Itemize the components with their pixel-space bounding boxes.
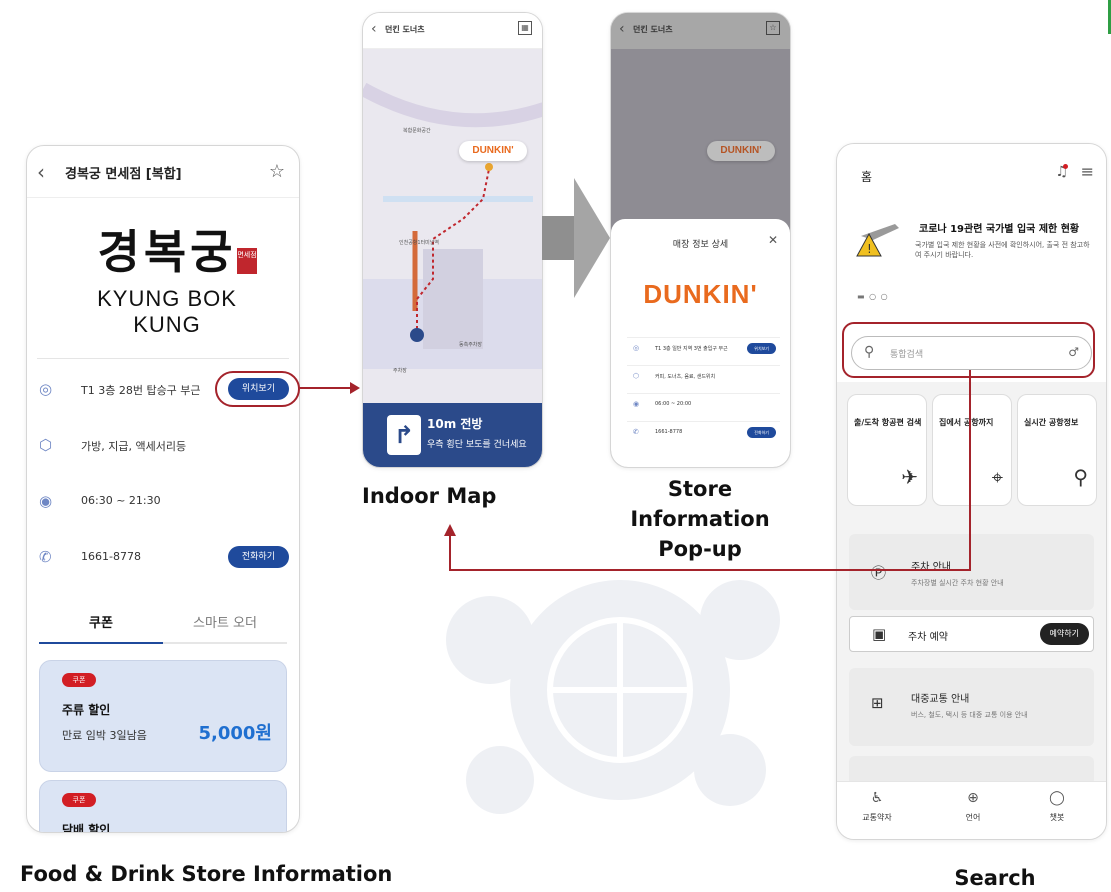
bottom-tab-bar: ♿ 교통약자 ⊕ 언어 ◯ 챗봇	[837, 781, 1106, 839]
clock-icon: ◉	[39, 492, 53, 510]
notice-title: 코로나 19관련 국가별 입국 제한 현황	[919, 224, 1080, 235]
globe-icon: ⊕	[967, 790, 979, 806]
bus-icon: ⊞	[871, 694, 884, 712]
home-header: 홈 ♫ ≡	[837, 144, 1106, 204]
coupon-card[interactable]: 쿠폰 담배 할인	[39, 780, 287, 833]
notice-body: 국가별 입국 제한 현황을 사전에 확인하시어, 출국 전 참고하여 주시기 바…	[915, 241, 1090, 259]
plane-warning-icon: !	[856, 224, 899, 257]
caption-store-popup: Store Information Pop-up	[630, 477, 770, 561]
map-label: 동측주차장	[459, 342, 483, 348]
tab-smart-order[interactable]: 스마트 오더	[163, 612, 287, 631]
card-title: 실시간 공항정보	[1024, 418, 1079, 427]
hours-row: ◉ 06:30 ~ 21:30	[27, 482, 299, 522]
map-drawing	[363, 82, 542, 369]
hours-text: 06:30 ~ 21:30	[81, 494, 161, 507]
back-icon[interactable]: ‹	[37, 160, 45, 184]
route-icon: ⌖	[991, 465, 1003, 489]
reserve-button[interactable]: 예약하기	[1039, 623, 1089, 645]
location-text: T1 3층 28번 탑승구 부근	[81, 384, 201, 397]
tab-coupon[interactable]: 쿠폰	[39, 612, 163, 631]
popup-title: 매장 정보 상세	[672, 240, 729, 250]
dimmed-map: DUNKIN'	[611, 49, 790, 229]
dunkin-callout: DUNKIN'	[707, 141, 775, 161]
back-icon[interactable]: ‹	[371, 21, 377, 37]
indoor-map[interactable]: DUNKIN' 복합문화공간 인천공항1터미널역 주차장 동측주차장	[363, 49, 542, 405]
magnifier-icon: ⚲	[1073, 465, 1088, 489]
carousel-indicator: ▬ ○ ○	[857, 292, 889, 301]
favorite-star-icon[interactable]: ☆	[269, 161, 285, 182]
transit-title: 대중교통 안내	[911, 694, 970, 705]
hamburger-menu-icon[interactable]: ≡	[1081, 162, 1094, 181]
box-icon: ⬡	[39, 436, 53, 454]
tab-label: 언어	[965, 813, 981, 822]
location-pin-icon: ◎	[633, 344, 640, 352]
close-icon[interactable]: ✕	[768, 233, 778, 247]
map-label: 주차장	[393, 368, 407, 374]
dunkin-callout[interactable]: DUNKIN'	[459, 141, 527, 161]
back-icon[interactable]: ‹	[619, 21, 625, 37]
store-logo: 경복궁 면세점 KYUNG BOK KUNG	[67, 224, 267, 337]
caption-food-store: Food & Drink Store Information	[20, 862, 393, 886]
coupon-tag: 쿠폰	[62, 793, 96, 807]
coupon-title: 주류 할인	[62, 703, 111, 717]
store-info-screen: ‹ 경복궁 면세점 [복합] ☆ 경복궁 면세점 KYUNG BOK KUNG …	[26, 145, 300, 833]
phone-text: 1661-8778	[81, 550, 141, 563]
coupon-title: 담배 할인	[62, 823, 111, 833]
qr-icon[interactable]: ▦	[518, 21, 532, 35]
covid-notice-banner[interactable]: ! 코로나 19관련 국가별 입국 제한 현황 국가별 입국 제한 현황을 사전…	[837, 204, 1106, 324]
map-title: 던킨 도너츠	[385, 25, 425, 34]
connector-arrow	[298, 382, 360, 394]
caption-indoor-map: Indoor Map	[362, 484, 497, 508]
tab-accessibility[interactable]: ♿ 교통약자	[847, 790, 907, 823]
divider	[37, 358, 289, 359]
chat-icon: ◯	[1049, 790, 1065, 806]
tab-label: 챗봇	[1049, 813, 1065, 822]
popup-location-text: T1 3층 일반 지역 3번 출입구 부근	[655, 346, 728, 352]
phone-row: ✆ 1661-8778 전화하기	[27, 538, 299, 578]
coupon-card[interactable]: 쿠폰 주류 할인 만료 임박 3일남음 5,000원	[39, 660, 287, 772]
map-label: 인천공항1터미널역	[399, 240, 439, 246]
call-button[interactable]: 전화하기	[227, 546, 289, 568]
map-header: ‹ 던킨 도너츠 ▦	[363, 13, 542, 49]
category-text: 가방, 지급, 액세서리등	[81, 440, 187, 453]
store-title: 경복궁 면세점 [복합]	[65, 167, 182, 182]
airport-info-card[interactable]: 실시간 공항정보 ⚲	[1017, 394, 1097, 506]
favorite-star-icon[interactable]: ☆	[766, 21, 780, 35]
parking-reservation-row: ▣ 주차 예약 예약하기	[849, 616, 1094, 652]
gear-watermark	[446, 580, 780, 814]
turn-right-icon: ↱	[387, 415, 421, 455]
tab-label: 교통약자	[862, 813, 892, 822]
tab-language[interactable]: ⊕ 언어	[943, 790, 1003, 823]
logo-seal: 면세점	[237, 248, 257, 274]
wheelchair-icon: ♿	[870, 790, 884, 806]
store-header: ‹ 경복궁 면세점 [복합] ☆	[27, 146, 299, 198]
map-label: 복합문화공간	[403, 128, 431, 134]
tab-underline	[39, 642, 163, 644]
dunkin-logo: DUNKIN'	[643, 279, 758, 309]
transit-info-card[interactable]: ⊞ 대중교통 안내 버스, 철도, 택시 등 대중 교통 이용 안내	[849, 668, 1094, 746]
popup-location-row: ◎ T1 3층 일반 지역 3번 출입구 부근 위치보기	[627, 337, 780, 359]
parking-reservation-icon: ▣	[872, 625, 887, 643]
view-location-button[interactable]: 위치보기	[747, 343, 776, 354]
popup-bg-title: 던킨 도너츠	[633, 25, 673, 34]
location-button-highlight	[215, 371, 300, 407]
coupon-tag: 쿠폰	[62, 673, 96, 687]
transit-subtitle: 버스, 철도, 택시 등 대중 교통 이용 안내	[911, 711, 1028, 719]
phone-icon: ✆	[39, 548, 52, 566]
home-title: 홈	[861, 170, 873, 184]
logo-english-text: KYUNG BOK KUNG	[97, 286, 237, 337]
svg-text:!: !	[867, 242, 872, 256]
transition-arrow	[542, 178, 610, 298]
caption-search: Search	[954, 866, 1036, 890]
notification-dot	[1063, 164, 1068, 169]
coupon-amount: 5,000원	[198, 723, 273, 744]
coupon-expiry: 만료 임박 3일남음	[62, 729, 147, 742]
store-tabs: 쿠폰 스마트 오더	[39, 604, 287, 644]
location-pin-icon: ◎	[39, 380, 53, 398]
reservation-title: 주차 예약	[908, 632, 948, 643]
category-row: ⬡ 가방, 지급, 액세서리등	[27, 426, 299, 466]
tab-chatbot[interactable]: ◯ 챗봇	[1027, 790, 1087, 823]
popup-bg-header: ‹ 던킨 도너츠 ☆	[611, 13, 790, 49]
